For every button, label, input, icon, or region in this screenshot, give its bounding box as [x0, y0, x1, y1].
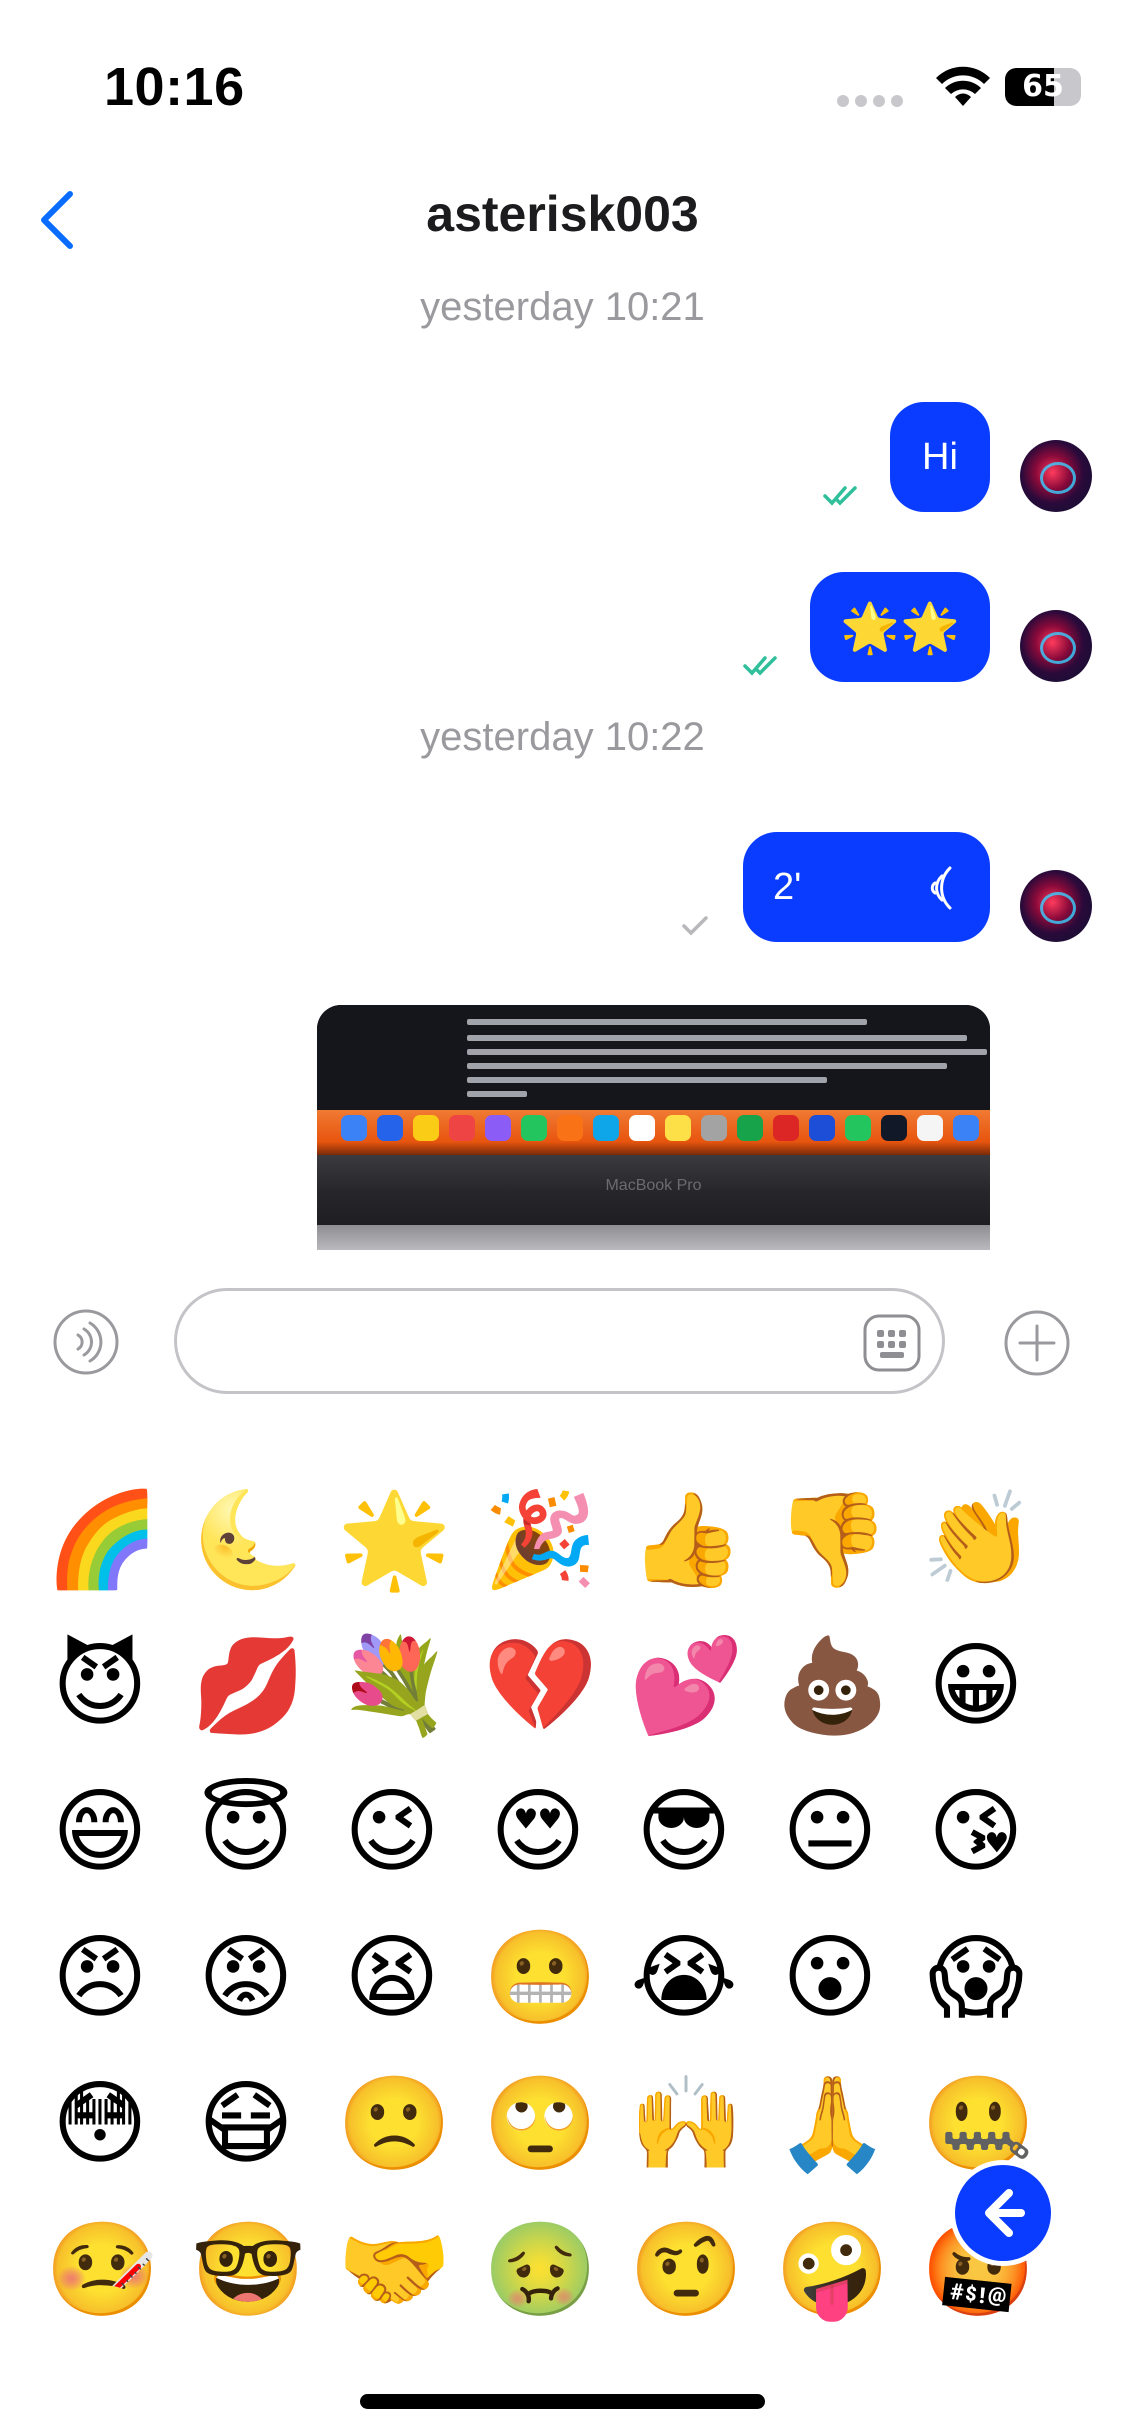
- timestamp: yesterday 10:22: [420, 715, 705, 759]
- emoji-item[interactable]: 😀: [921, 1631, 1031, 1741]
- keyboard-toggle-button[interactable]: [862, 1313, 922, 1373]
- message-bubble[interactable]: 🌟🌟: [810, 572, 990, 682]
- emoji-item[interactable]: 🌜: [191, 1485, 306, 1595]
- emoji-item[interactable]: 😐: [775, 1777, 885, 1887]
- emoji-item[interactable]: 🤓: [191, 2215, 306, 2325]
- emoji-item[interactable]: 😍: [483, 1777, 593, 1887]
- emoji-item[interactable]: 👏: [921, 1485, 1036, 1595]
- cellular-signal-icon: [837, 94, 909, 112]
- emoji-item[interactable]: 😄: [45, 1777, 155, 1887]
- home-indicator: [360, 2394, 765, 2409]
- emoji-item[interactable]: 💩: [775, 1631, 890, 1741]
- plus-circle-icon: [1004, 1310, 1070, 1376]
- emoji-item[interactable]: 😷: [191, 2069, 301, 2179]
- emoji-item[interactable]: 🙏: [775, 2069, 890, 2179]
- emoji-delete-button[interactable]: [955, 2165, 1051, 2261]
- read-receipt-icon: [743, 656, 777, 676]
- emoji-item[interactable]: 😉: [337, 1777, 447, 1887]
- message-input-container[interactable]: [174, 1288, 945, 1394]
- voice-wave-icon: [930, 866, 952, 910]
- conversation-title: asterisk003: [426, 186, 699, 242]
- emoji-item[interactable]: 🤪: [775, 2215, 890, 2325]
- emoji-item[interactable]: 👎: [775, 1485, 890, 1595]
- emoji-item[interactable]: 😠: [45, 1923, 155, 2033]
- emoji-item[interactable]: 🎉: [483, 1485, 598, 1595]
- emoji-item[interactable]: 🌟: [337, 1485, 452, 1595]
- emoji-item[interactable]: 👍: [629, 1485, 744, 1595]
- emoji-item[interactable]: 🙌: [629, 2069, 744, 2179]
- battery-icon: 65: [1005, 68, 1081, 106]
- emoji-item[interactable]: 😭: [629, 1923, 739, 2033]
- chat-screen: 10:16 65 asterisk003 yesterday 10:21 Hi …: [0, 0, 1125, 2436]
- emoji-item[interactable]: 🙄: [483, 2069, 598, 2179]
- wifi-icon: [936, 66, 990, 106]
- emoji-item[interactable]: 😘: [921, 1777, 1031, 1887]
- emoji-item[interactable]: 😳: [45, 2069, 155, 2179]
- emoji-item[interactable]: 💔: [483, 1631, 598, 1741]
- emoji-item[interactable]: 😮: [775, 1923, 885, 2033]
- emoji-item[interactable]: 🙁: [337, 2069, 452, 2179]
- timestamp: yesterday 10:21: [420, 285, 705, 329]
- image-caption: MacBook Pro: [605, 1177, 702, 1194]
- message-text: 🌟🌟: [840, 601, 960, 655]
- image-message[interactable]: MacBook Pro: [317, 1005, 990, 1250]
- message-bubble[interactable]: Hi: [890, 402, 990, 512]
- emoji-item[interactable]: 😱: [921, 1923, 1031, 2033]
- emoji-item[interactable]: 🤨: [629, 2215, 744, 2325]
- read-receipt-icon: [823, 486, 857, 506]
- voice-input-button[interactable]: [52, 1308, 120, 1376]
- voice-icon: [53, 1309, 119, 1375]
- voice-duration: 2': [773, 865, 802, 908]
- message-text: Hi: [922, 435, 958, 478]
- emoji-item[interactable]: 😈: [45, 1631, 155, 1741]
- emoji-item[interactable]: 💕: [629, 1631, 744, 1741]
- emoji-item[interactable]: 🤒: [45, 2215, 160, 2325]
- avatar[interactable]: [1020, 870, 1092, 942]
- add-attachment-button[interactable]: [1002, 1308, 1072, 1378]
- emoji-item[interactable]: 😎: [629, 1777, 739, 1887]
- emoji-item[interactable]: 🤢: [483, 2215, 598, 2325]
- emoji-item[interactable]: 😫: [337, 1923, 447, 2033]
- emoji-item[interactable]: 💐: [337, 1631, 452, 1741]
- emoji-item[interactable]: 🌈: [45, 1485, 160, 1595]
- status-time: 10:16: [104, 57, 245, 117]
- emoji-item[interactable]: 🤐: [921, 2069, 1036, 2179]
- emoji-item[interactable]: 😡: [191, 1923, 301, 2033]
- emoji-item[interactable]: 💋: [191, 1631, 306, 1741]
- emoji-item[interactable]: 😇: [191, 1777, 301, 1887]
- voice-message-bubble[interactable]: 2': [743, 832, 990, 942]
- avatar[interactable]: [1020, 610, 1092, 682]
- emoji-item[interactable]: 😬: [483, 1923, 598, 2033]
- emoji-item[interactable]: 🤝: [337, 2215, 452, 2325]
- sent-check-icon: [682, 916, 708, 936]
- keyboard-icon: [863, 1314, 921, 1372]
- arrow-left-icon: [985, 2189, 1025, 2237]
- battery-percent: 65: [1022, 69, 1064, 104]
- message-input[interactable]: [217, 1311, 841, 1373]
- avatar[interactable]: [1020, 440, 1092, 512]
